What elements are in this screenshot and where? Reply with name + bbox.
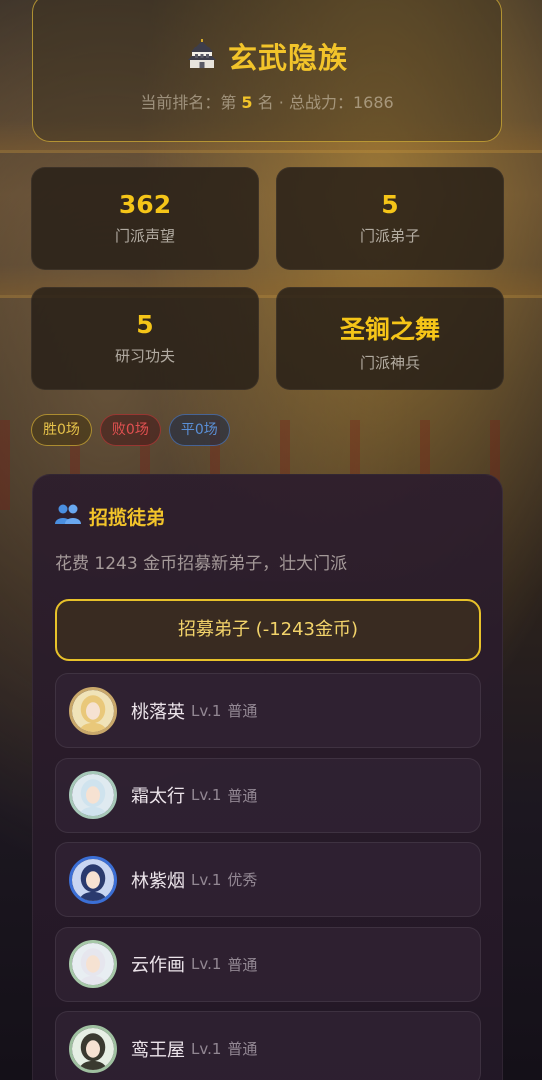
disciple-grade: 普通 — [227, 955, 258, 974]
stat-label: 研习功夫 — [114, 347, 175, 365]
disciple-level: Lv.1 — [191, 701, 222, 720]
disciple-grade: 普通 — [227, 786, 258, 805]
sect-name: 玄武隐族 — [227, 41, 348, 75]
disciple-row[interactable]: 霜太行 Lv.1 普通 — [55, 757, 481, 833]
disciple-grade: 普通 — [227, 1040, 258, 1058]
castle-icon — [186, 38, 218, 74]
lose-badge: 败0场 — [99, 414, 161, 446]
recruit-button[interactable]: 招募弟子 (-1243金币) — [55, 599, 481, 661]
disciple-grade: 普通 — [227, 702, 258, 720]
stat-value: 5 — [381, 190, 399, 219]
power-label: 总战力： — [288, 93, 353, 112]
power-value: 1686 — [352, 93, 394, 112]
avatar — [69, 855, 117, 904]
rank-line: 当前排名：第 5 名 · 总战力：1686 — [33, 89, 501, 113]
recruit-title-text: 招揽徒弟 — [89, 507, 166, 529]
avatar — [69, 1024, 117, 1073]
stat-label: 门派声望 — [114, 227, 175, 245]
avatar — [69, 940, 117, 988]
disciple-name: 桃落英 — [131, 701, 185, 723]
record-badges: 胜0场 败0场 平0场 — [31, 414, 230, 446]
disciple-level: Lv.1 — [191, 1039, 222, 1058]
stat-label: 门派弟子 — [359, 227, 420, 245]
stat-value: 362 — [118, 190, 172, 219]
disciple-row[interactable]: 鸾王屋 Lv.1 普通 — [55, 1011, 481, 1080]
disciple-level: Lv.1 — [191, 870, 222, 889]
disciple-name: 林紫烟 — [131, 870, 185, 892]
rank-prefix: 当前排名：第 — [140, 93, 237, 112]
disciple-level: Lv.1 — [191, 955, 222, 973]
stat-value: 圣锏之舞 — [339, 315, 440, 344]
recruit-panel: 招揽徒弟 花费 1243 金币招募新弟子，壮大门派 招募弟子 (-1243金币)… — [32, 474, 503, 1080]
rank-suffix: 名 — [257, 93, 274, 112]
sect-header-card: 玄武隐族 当前排名：第 5 名 · 总战力：1686 — [32, 0, 502, 142]
disciple-name: 云作画 — [131, 955, 185, 976]
stat-card-kungfu: 5 研习功夫 — [31, 287, 259, 390]
avatar — [69, 686, 117, 735]
recruit-title: 招揽徒弟 — [55, 503, 165, 530]
people-icon — [55, 503, 81, 530]
stat-label: 门派神兵 — [359, 354, 420, 372]
recruit-description: 花费 1243 金币招募新弟子，壮大门派 — [55, 554, 348, 574]
disciple-level: Lv.1 — [191, 786, 222, 804]
disciple-row[interactable]: 林紫烟 Lv.1 优秀 — [55, 842, 481, 917]
disciple-name: 霜太行 — [131, 786, 185, 807]
win-badge: 胜0场 — [31, 414, 92, 446]
separator: · — [278, 93, 284, 112]
rank-value: 5 — [241, 93, 253, 112]
stat-card-prestige: 362 门派声望 — [31, 167, 259, 270]
stat-card-weapon: 圣锏之舞 门派神兵 — [276, 287, 504, 390]
disciple-row[interactable]: 桃落英 Lv.1 普通 — [55, 673, 481, 748]
avatar — [69, 771, 117, 819]
disciple-grade: 优秀 — [227, 871, 258, 889]
draw-badge: 平0场 — [168, 414, 230, 446]
disciple-name: 鸾王屋 — [131, 1039, 185, 1061]
stat-value: 5 — [136, 310, 154, 339]
stat-card-disciples: 5 门派弟子 — [276, 167, 504, 270]
disciple-row[interactable]: 云作画 Lv.1 普通 — [55, 926, 481, 1002]
